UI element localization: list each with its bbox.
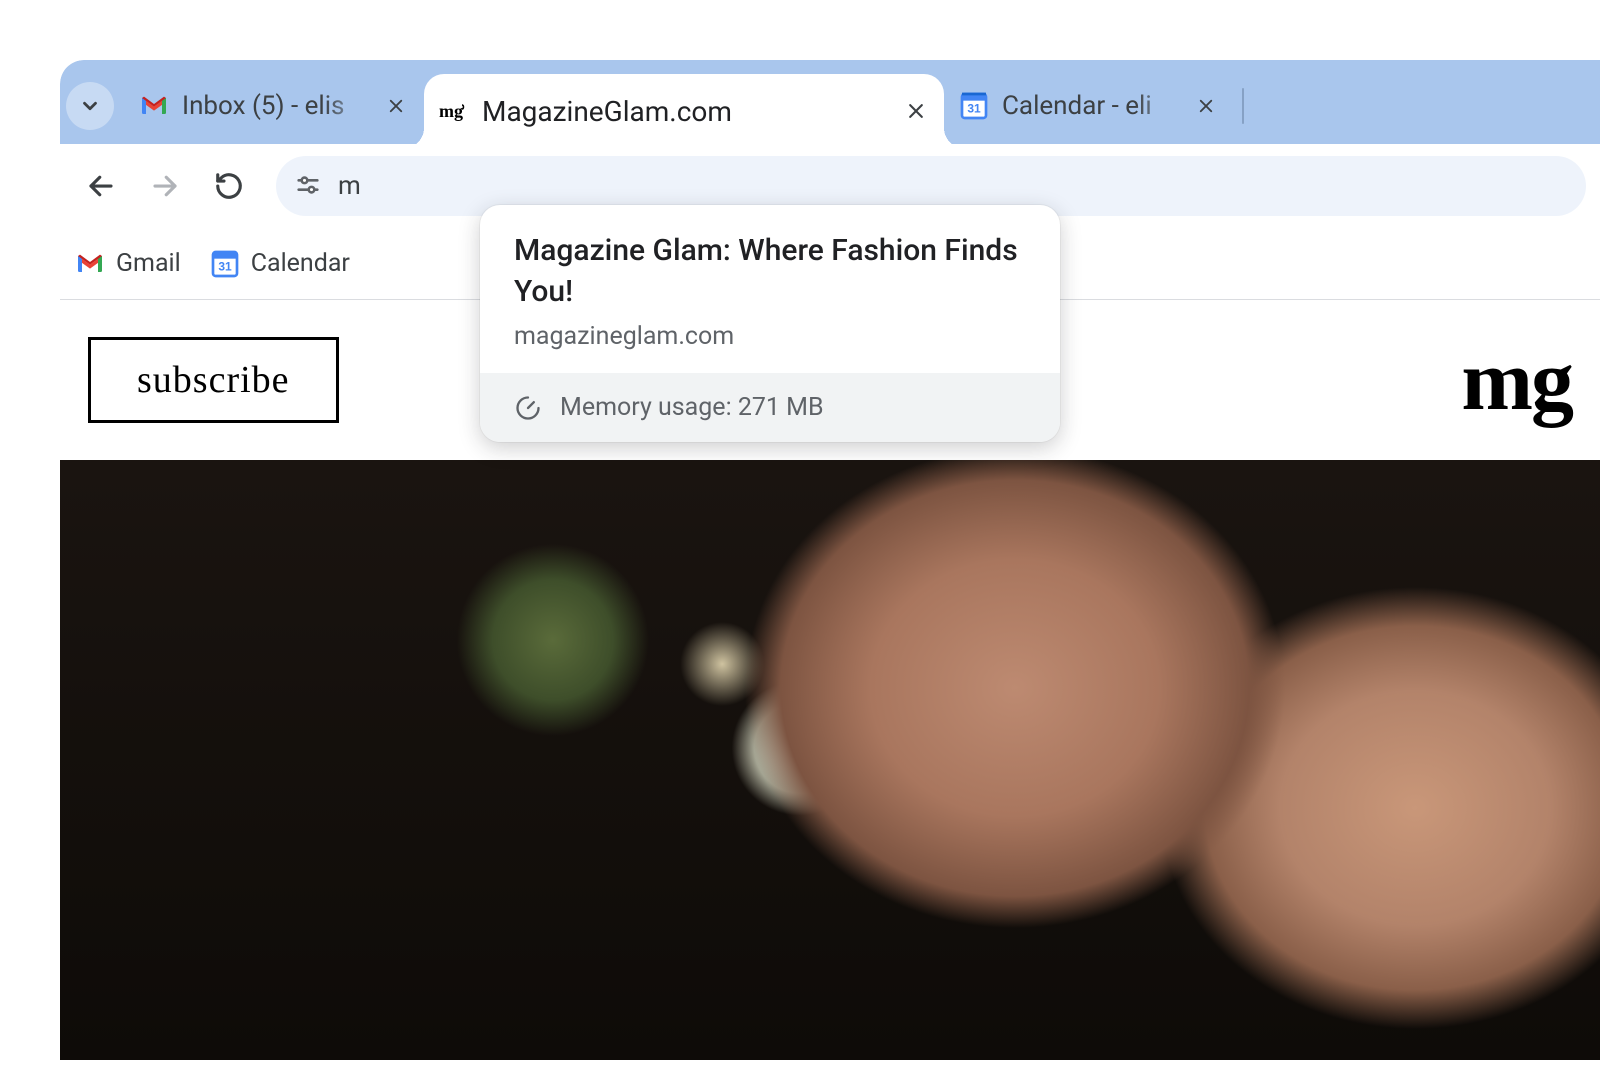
- tab-title: Inbox (5) - elis: [182, 91, 370, 121]
- tab-search-button[interactable]: [66, 82, 114, 130]
- close-icon: [906, 101, 926, 121]
- hover-card-memory: Memory usage: 271 MB: [560, 393, 824, 422]
- svg-text:31: 31: [967, 102, 981, 116]
- hover-card-title: Magazine Glam: Where Fashion Finds You!: [514, 231, 1026, 312]
- svg-text:31: 31: [218, 259, 232, 273]
- bookmark-calendar[interactable]: 31 Calendar: [209, 248, 350, 280]
- tab-close-button[interactable]: [902, 97, 930, 125]
- site-icon: mg: [438, 95, 470, 127]
- tab-divider: [1242, 88, 1244, 124]
- arrow-left-icon: [86, 171, 116, 201]
- browser-window: Inbox (5) - elis mg MagazineGlam.com 31 …: [60, 60, 1600, 1066]
- bookmark-gmail[interactable]: Gmail: [74, 248, 181, 280]
- bookmark-label: Gmail: [116, 249, 181, 278]
- address-bar-text: m: [338, 171, 361, 201]
- gmail-icon: [74, 248, 106, 280]
- tab-inbox[interactable]: Inbox (5) - elis: [124, 74, 424, 138]
- tab-title: MagazineGlam.com: [482, 95, 890, 128]
- subscribe-button[interactable]: subscribe: [88, 337, 339, 423]
- gmail-icon: [138, 90, 170, 122]
- forward-button[interactable]: [138, 159, 192, 213]
- hero-image: [60, 460, 1600, 1060]
- chevron-down-icon: [79, 95, 101, 117]
- arrow-right-icon: [150, 171, 180, 201]
- reload-icon: [214, 171, 244, 201]
- tab-close-button[interactable]: [382, 92, 410, 120]
- tab-close-button[interactable]: [1192, 92, 1220, 120]
- hover-card-domain: magazineglam.com: [514, 322, 1026, 351]
- calendar-icon: 31: [958, 90, 990, 122]
- back-button[interactable]: [74, 159, 128, 213]
- bookmark-label: Calendar: [251, 249, 350, 278]
- site-logo: mg: [1461, 330, 1572, 430]
- tab-hover-card: Magazine Glam: Where Fashion Finds You! …: [480, 205, 1060, 442]
- tab-title: Calendar - eli: [1002, 91, 1180, 121]
- svg-text:mg: mg: [439, 101, 463, 121]
- close-icon: [1197, 97, 1215, 115]
- tab-calendar[interactable]: 31 Calendar - eli: [944, 74, 1234, 138]
- tab-magazineglam[interactable]: mg MagazineGlam.com: [424, 74, 944, 148]
- gauge-icon: [514, 394, 542, 422]
- reload-button[interactable]: [202, 159, 256, 213]
- close-icon: [387, 97, 405, 115]
- tab-strip: Inbox (5) - elis mg MagazineGlam.com 31 …: [60, 60, 1600, 144]
- site-settings-icon[interactable]: [294, 171, 324, 201]
- calendar-icon: 31: [209, 248, 241, 280]
